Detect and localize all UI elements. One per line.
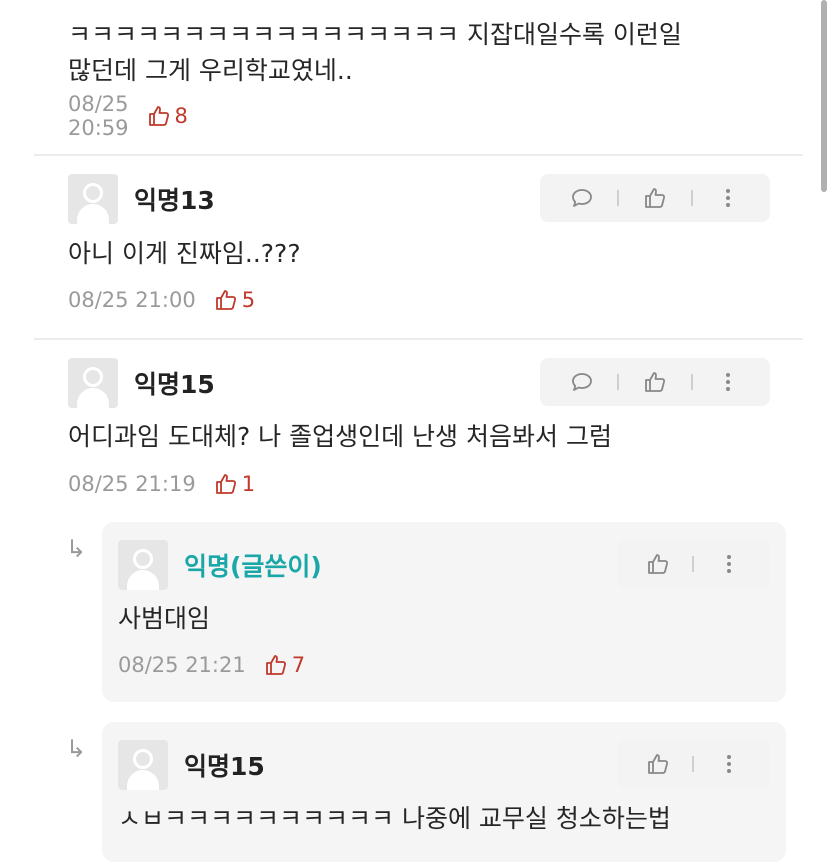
comment-actions bbox=[540, 174, 770, 222]
reply-header: 익명(글쓴이) bbox=[118, 540, 322, 590]
like-count-value: 5 bbox=[241, 288, 256, 312]
comment-text: 어디과임 도대체? 나 졸업생인데 난생 처음봐서 그럼 bbox=[68, 422, 612, 451]
vertical-dots-icon[interactable] bbox=[717, 552, 741, 576]
comment-meta: 08/25 21:19 1 bbox=[68, 469, 255, 499]
separator bbox=[690, 190, 693, 206]
like-count[interactable]: 8 bbox=[147, 104, 188, 128]
scrollbar[interactable] bbox=[821, 0, 827, 192]
like-count-value: 7 bbox=[291, 653, 306, 677]
separator bbox=[617, 374, 620, 390]
vertical-dots-icon[interactable] bbox=[716, 186, 740, 210]
thumbs-up-icon[interactable] bbox=[646, 552, 670, 576]
reply-actions bbox=[617, 540, 770, 588]
vertical-dots-icon[interactable] bbox=[717, 752, 741, 776]
divider bbox=[34, 154, 803, 156]
comment-meta: 08/25 20:59 8 bbox=[68, 92, 188, 140]
divider bbox=[34, 338, 803, 340]
like-count[interactable]: 1 bbox=[214, 472, 255, 496]
comment-time: 08/25 21:19 bbox=[68, 472, 196, 496]
reply-text: ㅅㅂㅋㅋㅋㅋㅋㅋㅋㅋㅋㅋ 나중에 교무실 청소하는법 bbox=[118, 804, 671, 833]
thumbs-up-icon bbox=[214, 288, 238, 312]
comment-time: 08/25 20:59 bbox=[68, 92, 129, 140]
comment-meta: 08/25 21:00 5 bbox=[68, 285, 255, 315]
reply-actions bbox=[617, 740, 770, 788]
commenter-name: 익명15 bbox=[134, 370, 215, 399]
separator bbox=[692, 756, 695, 772]
thumbs-up-icon bbox=[264, 653, 288, 677]
comment-actions bbox=[540, 358, 770, 406]
commenter-name: 익명(글쓴이) bbox=[184, 552, 322, 581]
separator bbox=[617, 190, 620, 206]
reply-arrow-icon: ↳ bbox=[66, 535, 87, 563]
like-count-value: 1 bbox=[241, 472, 256, 496]
commenter-name: 익명15 bbox=[184, 752, 265, 781]
reply-header: 익명15 bbox=[118, 740, 265, 790]
avatar bbox=[118, 740, 168, 790]
thumbs-up-icon[interactable] bbox=[643, 370, 667, 394]
reply-arrow-icon: ↳ bbox=[66, 735, 87, 763]
thumbs-up-icon bbox=[147, 104, 171, 128]
like-count[interactable]: 7 bbox=[264, 653, 305, 677]
like-count-value: 8 bbox=[174, 104, 188, 128]
reply-time: 08/25 21:21 bbox=[118, 653, 246, 677]
speech-bubble-icon[interactable] bbox=[570, 370, 594, 394]
reply-meta: 08/25 21:21 7 bbox=[118, 650, 305, 680]
reply-text: 사범대임 bbox=[118, 604, 211, 633]
separator bbox=[690, 374, 693, 390]
avatar bbox=[68, 358, 118, 408]
comment-text: ㅋㅋㅋㅋㅋㅋㅋㅋㅋㅋㅋㅋㅋㅋㅋㅋㅋ 지잡대일수록 이런일 bbox=[68, 20, 682, 49]
thumbs-up-icon[interactable] bbox=[646, 752, 670, 776]
separator bbox=[692, 556, 695, 572]
avatar bbox=[118, 540, 168, 590]
like-count[interactable]: 5 bbox=[214, 288, 255, 312]
comment-header: 익명13 bbox=[68, 174, 215, 224]
thumbs-up-icon bbox=[214, 472, 238, 496]
commenter-name: 익명13 bbox=[134, 186, 215, 215]
comment-text: 많던데 그게 우리학교였네.. bbox=[68, 56, 353, 85]
thumbs-up-icon[interactable] bbox=[643, 186, 667, 210]
vertical-dots-icon[interactable] bbox=[716, 370, 740, 394]
comment-header: 익명15 bbox=[68, 358, 215, 408]
avatar bbox=[68, 174, 118, 224]
comment-time: 08/25 21:00 bbox=[68, 288, 196, 312]
speech-bubble-icon[interactable] bbox=[570, 186, 594, 210]
comment-text: 아니 이게 진짜임..??? bbox=[68, 239, 301, 268]
